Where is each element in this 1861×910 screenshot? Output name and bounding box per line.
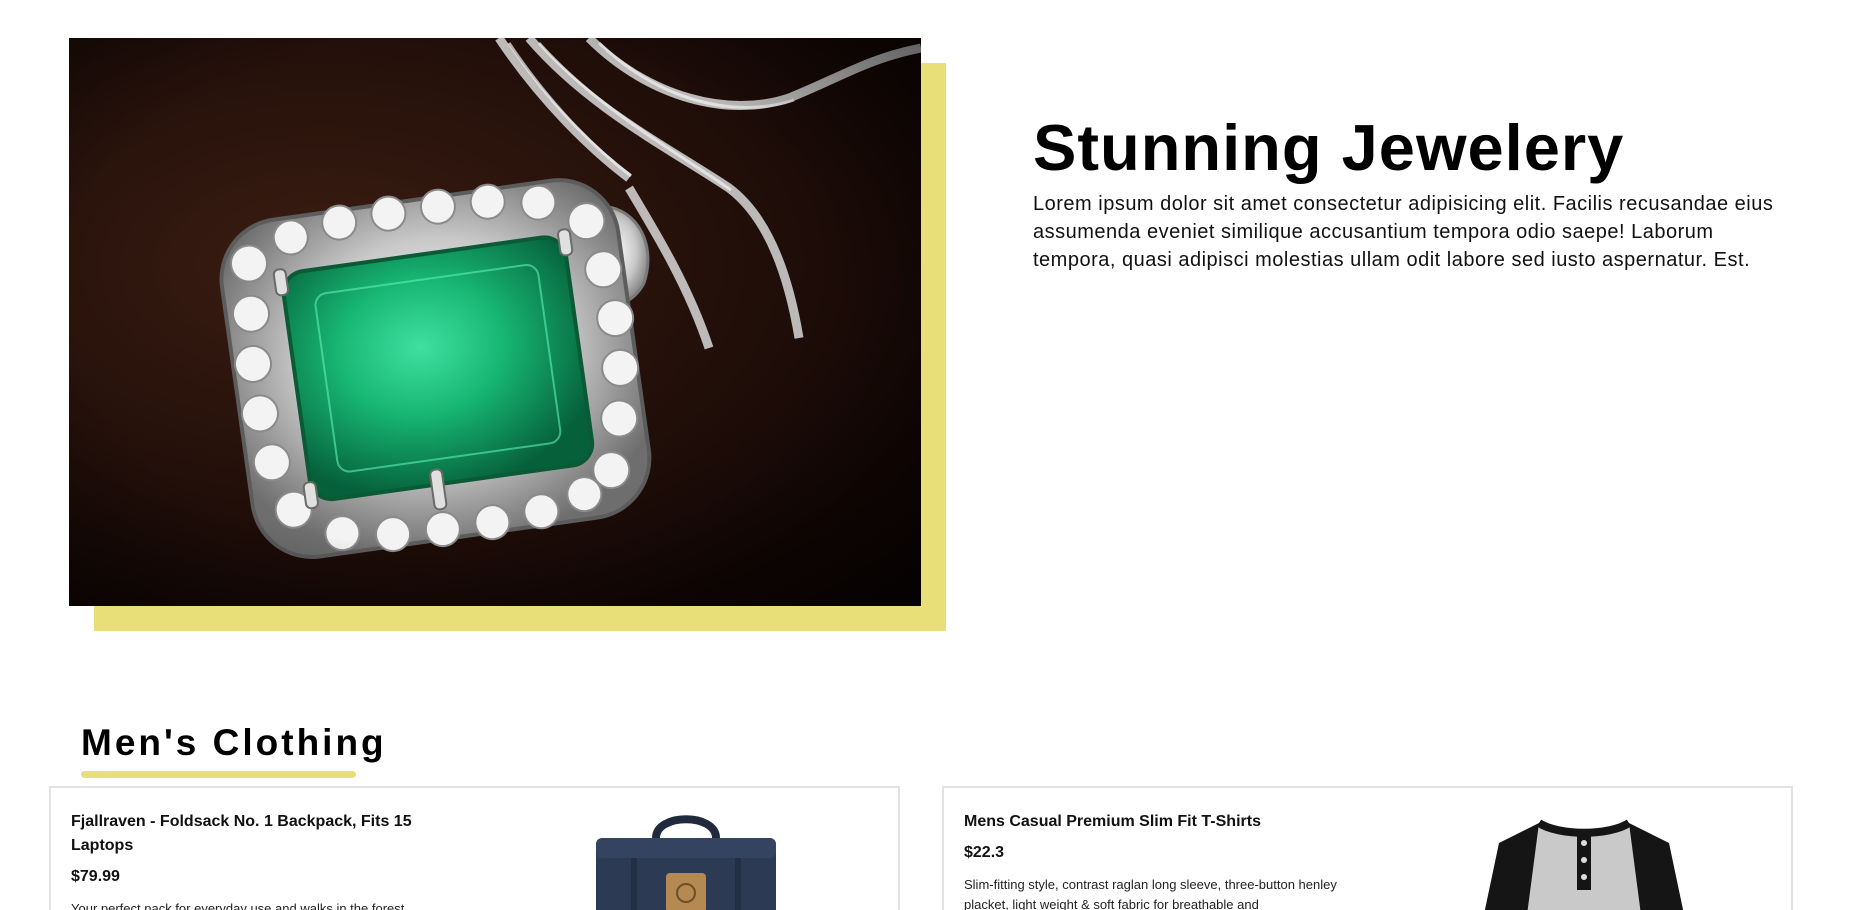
product-image[interactable]: [586, 808, 786, 910]
product-info: Fjallraven - Foldsack No. 1 Backpack, Fi…: [71, 810, 471, 910]
tshirt-icon: [1484, 819, 1684, 910]
emerald-pendant-icon: [69, 38, 921, 606]
product-image[interactable]: [1469, 808, 1699, 910]
section-title-underline: [81, 771, 356, 778]
product-description: Slim-fitting style, contrast raglan long…: [964, 877, 1337, 910]
section-title: Men's Clothing: [81, 722, 387, 763]
backpack-icon: [596, 815, 776, 910]
product-card-backpack[interactable]: Fjallraven - Foldsack No. 1 Backpack, Fi…: [49, 786, 900, 910]
product-info: Mens Casual Premium Slim Fit T-Shirts $2…: [964, 810, 1364, 910]
hero-image: [69, 38, 921, 606]
product-price: $79.99: [71, 868, 120, 885]
hero-description: Lorem ipsum dolor sit amet consectetur a…: [1033, 193, 1774, 271]
hero-title: Stunning Jewelery: [1033, 111, 1625, 184]
product-title[interactable]: Mens Casual Premium Slim Fit T-Shirts: [964, 810, 1364, 834]
product-card-tshirt[interactable]: Mens Casual Premium Slim Fit T-Shirts $2…: [942, 786, 1793, 910]
product-description: Your perfect pack for everyday use and w…: [71, 901, 408, 910]
product-price: $22.3: [964, 844, 1005, 861]
page: Stunning Jewelery Lorem ipsum dolor sit …: [0, 0, 1861, 910]
product-title[interactable]: Fjallraven - Foldsack No. 1 Backpack, Fi…: [71, 810, 471, 858]
